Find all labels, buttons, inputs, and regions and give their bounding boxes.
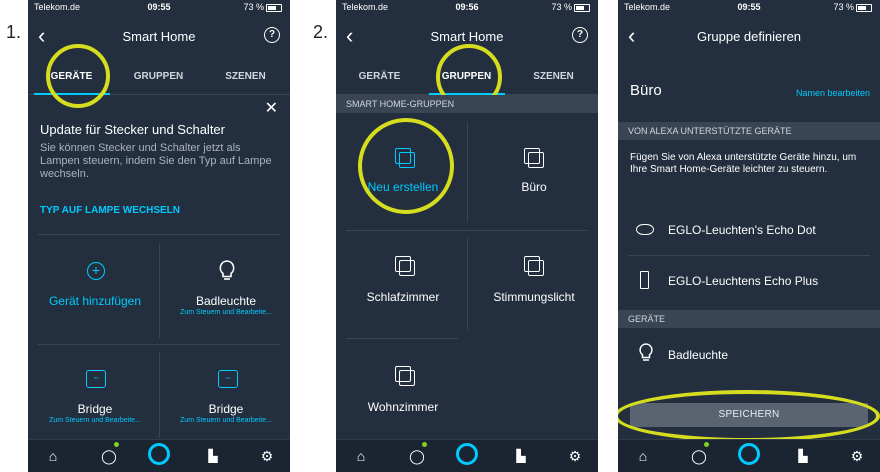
- group-icon: [528, 152, 544, 168]
- settings-icon[interactable]: ⚙: [848, 447, 866, 465]
- divider: [38, 234, 280, 235]
- bottom-nav: ⌂ ◯ ▙ ⚙: [336, 439, 598, 472]
- divider: [346, 338, 458, 339]
- step-label-1: 1.: [6, 22, 22, 42]
- status-bar: Telekom.de 09:56 73 %: [336, 0, 598, 14]
- settings-icon[interactable]: ⚙: [566, 447, 584, 465]
- bulb-icon: [639, 343, 653, 361]
- home-icon[interactable]: ⌂: [44, 447, 62, 465]
- chat-icon[interactable]: ◯: [690, 447, 708, 465]
- battery-icon: [856, 3, 872, 12]
- battery-text: 73 %: [551, 2, 590, 12]
- device-label: Bridge: [208, 402, 244, 416]
- notification-dot: [114, 442, 119, 447]
- bottom-nav: ⌂ ◯ ▙ ⚙: [618, 439, 880, 472]
- phone-screen-groups: Telekom.de 09:56 73 % ‹ Smart Home ? GER…: [336, 0, 598, 472]
- divider: [467, 122, 468, 222]
- section-header: SMART HOME-GRUPPEN: [336, 95, 598, 113]
- alexa-icon[interactable]: [148, 443, 170, 465]
- step-label-2: 2.: [313, 22, 329, 42]
- home-icon[interactable]: ⌂: [352, 447, 370, 465]
- settings-icon[interactable]: ⚙: [258, 447, 276, 465]
- change-type-link[interactable]: TYP AUF LAMPE WECHSELN: [40, 205, 180, 216]
- help-icon[interactable]: ?: [572, 27, 588, 43]
- battery-icon: [574, 3, 590, 12]
- group-label: Stimmungslicht: [493, 290, 575, 304]
- divider: [628, 255, 870, 256]
- device-label: Badleuchte: [668, 348, 729, 362]
- bottom-nav: ⌂ ◯ ▙ ⚙: [28, 439, 290, 472]
- activity-icon[interactable]: ▙: [512, 447, 530, 465]
- group-icon: [399, 260, 415, 276]
- save-button[interactable]: SPEICHERN: [630, 403, 868, 427]
- device-label: Bridge: [77, 402, 113, 416]
- divider: [159, 244, 160, 338]
- group-label: Neu erstellen: [367, 180, 439, 194]
- divider: [159, 352, 160, 438]
- active-tab-indicator: [34, 93, 110, 95]
- bridge-icon: ▫▫: [218, 370, 238, 388]
- battery-icon: [266, 3, 282, 12]
- alexa-help-text: Fügen Sie von Alexa unterstützte Geräte …: [630, 152, 857, 175]
- chat-icon[interactable]: ◯: [100, 447, 118, 465]
- tab-groups[interactable]: GRUPPEN: [115, 71, 202, 82]
- divider: [38, 344, 280, 345]
- group-label: Büro: [521, 180, 547, 194]
- status-bar: Telekom.de 09:55 73 %: [618, 0, 880, 14]
- notification-dot: [704, 442, 709, 447]
- close-icon[interactable]: ✕: [265, 98, 278, 118]
- update-body: Sie können Stecker und Schalter jetzt al…: [40, 142, 272, 180]
- tab-devices[interactable]: GERÄTE: [28, 71, 115, 82]
- bulb-icon: [219, 260, 235, 280]
- echo-plus-icon: [640, 271, 649, 289]
- device-label: EGLO-Leuchten's Echo Dot: [668, 223, 816, 237]
- section-header-devices: GERÄTE: [618, 310, 880, 328]
- group-icon: [528, 260, 544, 276]
- notification-dot: [422, 442, 427, 447]
- group-label: Schlafzimmer: [366, 290, 440, 304]
- device-label: EGLO-Leuchtens Echo Plus: [668, 274, 819, 288]
- activity-icon[interactable]: ▙: [204, 447, 222, 465]
- phone-screen-devices: Telekom.de 09:55 73 % ‹ Smart Home ? GER…: [28, 0, 290, 472]
- device-sub: Zum Steuern und Bearbeite...: [180, 417, 272, 424]
- group-icon: [399, 152, 415, 168]
- help-icon[interactable]: ?: [264, 27, 280, 43]
- tab-bar: GERÄTE GRUPPEN SZENEN: [336, 64, 598, 95]
- section-header-alexa: VON ALEXA UNTERSTÜTZTE GERÄTE: [618, 122, 880, 140]
- alexa-icon[interactable]: [738, 443, 760, 465]
- group-label: Wohnzimmer: [367, 400, 439, 414]
- page-title: Smart Home: [430, 29, 504, 44]
- tab-bar: GERÄTE GRUPPEN SZENEN: [28, 64, 290, 95]
- tab-devices[interactable]: GERÄTE: [336, 71, 423, 82]
- device-sub: Zum Steuern und Bearbeite...: [180, 309, 272, 316]
- group-name: Büro: [630, 82, 662, 99]
- alexa-icon[interactable]: [456, 443, 478, 465]
- tab-scenes[interactable]: SZENEN: [202, 71, 289, 82]
- echo-dot-icon: [636, 224, 654, 235]
- tab-scenes[interactable]: SZENEN: [510, 71, 597, 82]
- rename-link[interactable]: Namen bearbeiten: [796, 88, 870, 98]
- device-label: Gerät hinzufügen: [48, 294, 142, 308]
- divider: [346, 230, 588, 231]
- phone-screen-define-group: Telekom.de 09:55 73 % ‹ Gruppe definiere…: [618, 0, 880, 472]
- tab-groups[interactable]: GRUPPEN: [423, 71, 510, 82]
- bridge-icon: ▫▫: [86, 370, 106, 388]
- divider: [467, 238, 468, 330]
- status-bar: Telekom.de 09:55 73 %: [28, 0, 290, 14]
- page-title: Smart Home: [122, 29, 196, 44]
- home-icon[interactable]: ⌂: [634, 447, 652, 465]
- device-label: Badleuchte: [195, 294, 257, 308]
- device-sub: Zum Steuern und Bearbeite...: [49, 417, 141, 424]
- update-title: Update für Stecker und Schalter: [40, 122, 225, 137]
- battery-text: 73 %: [243, 2, 282, 12]
- group-icon: [399, 370, 415, 386]
- battery-text: 73 %: [833, 2, 872, 12]
- activity-icon[interactable]: ▙: [794, 447, 812, 465]
- page-title: Gruppe definieren: [696, 29, 802, 44]
- chat-icon[interactable]: ◯: [408, 447, 426, 465]
- plus-circle-icon: +: [87, 262, 105, 280]
